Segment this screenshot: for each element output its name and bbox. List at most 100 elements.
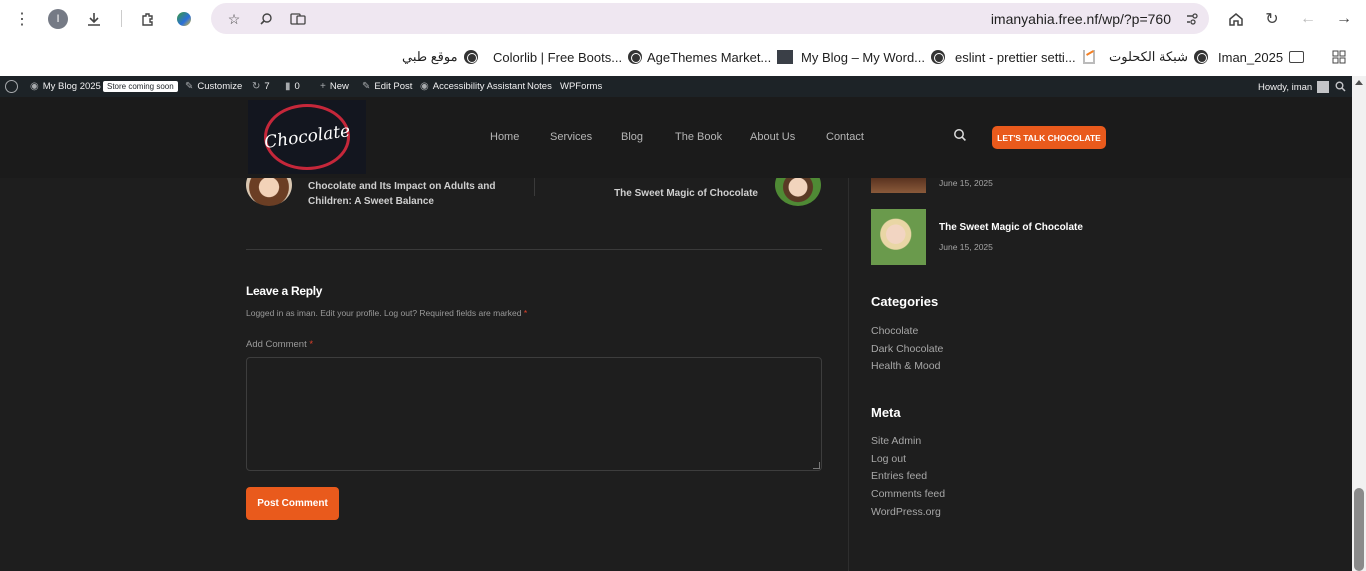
- globe-icon: [463, 50, 478, 64]
- admin-search-icon[interactable]: [1335, 81, 1346, 92]
- admin-customize[interactable]: ✎ Customize: [185, 81, 242, 92]
- site-settings-icon[interactable]: [1179, 6, 1205, 32]
- sidebar-divider: [848, 178, 849, 571]
- prev-post-title[interactable]: Chocolate and Its Impact on Adults and C…: [308, 179, 498, 209]
- zoom-icon[interactable]: [253, 6, 279, 32]
- add-comment-text: Add Comment: [246, 339, 307, 350]
- meta-link[interactable]: Entries feed: [871, 470, 927, 482]
- site-header: Chocolate Home Services Blog The Book Ab…: [0, 97, 1352, 178]
- wpforms-label: WPForms: [560, 81, 603, 92]
- store-badge[interactable]: Store coming soon: [103, 81, 178, 92]
- bookmark-label: My Blog – My Word...: [801, 49, 926, 65]
- recent-post-date: June 15, 2025: [939, 178, 993, 188]
- edit-post-label: Edit Post: [374, 81, 413, 92]
- nav-the-book[interactable]: The Book: [675, 131, 722, 143]
- howdy-label: Howdy, iman: [1258, 81, 1313, 93]
- admin-wpforms[interactable]: WPForms: [560, 81, 602, 92]
- profile-avatar[interactable]: I: [43, 4, 73, 34]
- new-label: New: [329, 81, 349, 92]
- download-icon[interactable]: [79, 4, 109, 34]
- category-link[interactable]: Chocolate: [871, 325, 918, 337]
- search-icon[interactable]: [953, 128, 967, 142]
- scrollbar-thumb[interactable]: [1354, 488, 1364, 571]
- dashboard-icon: ◉: [30, 81, 39, 92]
- bookmark-folder[interactable]: Iman_2025: [1218, 47, 1305, 67]
- recent-post-title[interactable]: The Sweet Magic of Chocolate: [939, 222, 1083, 233]
- nav-blog[interactable]: Blog: [621, 131, 643, 143]
- admin-howdy[interactable]: Howdy, iman: [1258, 81, 1330, 93]
- wordpress-logo-icon[interactable]: [5, 80, 18, 93]
- admin-new[interactable]: + New: [320, 81, 349, 92]
- extension-globe-icon[interactable]: [169, 4, 199, 34]
- translate-icon[interactable]: [285, 6, 311, 32]
- admin-updates[interactable]: ↻ 7: [252, 81, 270, 92]
- forward-icon[interactable]: →: [1329, 4, 1359, 34]
- meta-link[interactable]: Comments feed: [871, 488, 945, 500]
- bookmark-item[interactable]: AgeThemes Market...: [647, 47, 794, 67]
- recent-post-thumbnail[interactable]: [871, 178, 926, 193]
- notes-label: Notes: [527, 81, 552, 92]
- bookmark-item[interactable]: شبكة الكحلوت: [1109, 47, 1208, 67]
- bookmark-label: eslint - prettier setti...: [955, 49, 1076, 65]
- reload-icon[interactable]: ↻: [1257, 4, 1287, 34]
- accessibility-label: Accessibility Assistant: [432, 81, 526, 92]
- main-content: Chocolate and Its Impact on Adults and C…: [0, 164, 1352, 571]
- site-logo[interactable]: Chocolate: [248, 100, 366, 174]
- scroll-up-arrow-icon[interactable]: [1355, 80, 1363, 85]
- bookmark-item[interactable]: Colorlib | Free Boots...: [493, 47, 643, 67]
- category-link[interactable]: Dark Chocolate: [871, 343, 943, 355]
- admin-edit-post[interactable]: ✎ Edit Post: [362, 81, 412, 92]
- agethemes-icon: [777, 50, 794, 64]
- page-scrollbar[interactable]: [1352, 76, 1366, 571]
- customize-label: Customize: [197, 81, 243, 92]
- folder-icon: [1289, 51, 1305, 63]
- nav-services[interactable]: Services: [550, 131, 592, 143]
- pencil-icon: ✎: [362, 81, 371, 92]
- admin-notes[interactable]: Notes: [527, 81, 552, 92]
- categories-title: Categories: [871, 294, 939, 309]
- bookmark-star-icon[interactable]: ☆: [221, 6, 247, 32]
- url-text[interactable]: imanyahia.free.nf/wp/?p=760: [991, 11, 1171, 27]
- cta-button[interactable]: LET'S TALK CHOCOLATE: [992, 126, 1106, 149]
- comment-textarea[interactable]: [246, 357, 822, 471]
- stackoverflow-icon: [1082, 50, 1095, 64]
- accessibility-icon: ◉: [420, 81, 429, 92]
- meta-link[interactable]: Log out: [871, 453, 906, 465]
- section-divider: [246, 249, 822, 250]
- bookmark-label: Iman_2025: [1218, 49, 1284, 65]
- globe-icon: [1193, 50, 1208, 64]
- post-comment-button[interactable]: Post Comment: [246, 487, 339, 520]
- bookmark-label: شبكة الكحلوت: [1109, 49, 1188, 64]
- bookmarks-bar: موقع طبي Colorlib | Free Boots... AgeThe…: [0, 38, 1366, 76]
- bookmark-item[interactable]: My Blog – My Word...: [801, 47, 946, 67]
- back-icon[interactable]: ←: [1293, 4, 1323, 34]
- nav-about-us[interactable]: About Us: [750, 131, 795, 143]
- user-avatar: [1317, 81, 1330, 93]
- category-link[interactable]: Health & Mood: [871, 360, 940, 372]
- menu-icon[interactable]: ⋮: [7, 4, 37, 34]
- nav-contact[interactable]: Contact: [826, 131, 864, 143]
- recent-post-thumbnail[interactable]: [871, 209, 926, 265]
- bookmark-item[interactable]: موقع طبي: [402, 47, 478, 67]
- nav-home[interactable]: Home: [490, 131, 519, 143]
- resize-handle-icon[interactable]: [813, 462, 820, 469]
- logged-in-text: Logged in as iman. Edit your profile. Lo…: [246, 308, 527, 318]
- all-bookmarks-icon[interactable]: [1332, 47, 1346, 67]
- extensions-icon[interactable]: [133, 4, 163, 34]
- globe-icon: [628, 50, 643, 64]
- leave-reply-title: Leave a Reply: [246, 284, 323, 298]
- profile-initial: I: [48, 9, 68, 29]
- brush-icon: ✎: [185, 81, 194, 92]
- updates-count: 7: [264, 81, 270, 92]
- bookmark-item[interactable]: eslint - prettier setti...: [955, 47, 1095, 67]
- meta-link[interactable]: WordPress.org: [871, 506, 941, 518]
- address-bar[interactable]: ☆ imanyahia.free.nf/wp/?p=760: [211, 3, 1209, 34]
- meta-link[interactable]: Site Admin: [871, 435, 921, 447]
- home-icon[interactable]: [1221, 4, 1251, 34]
- admin-comments[interactable]: ▮ 0: [285, 81, 300, 92]
- next-post-title[interactable]: The Sweet Magic of Chocolate: [600, 186, 758, 201]
- admin-site-name[interactable]: ◉ My Blog 2025: [30, 81, 101, 92]
- admin-accessibility[interactable]: ◉ Accessibility Assistant: [420, 81, 525, 92]
- meta-title: Meta: [871, 405, 901, 420]
- recent-post-date: June 15, 2025: [939, 242, 993, 252]
